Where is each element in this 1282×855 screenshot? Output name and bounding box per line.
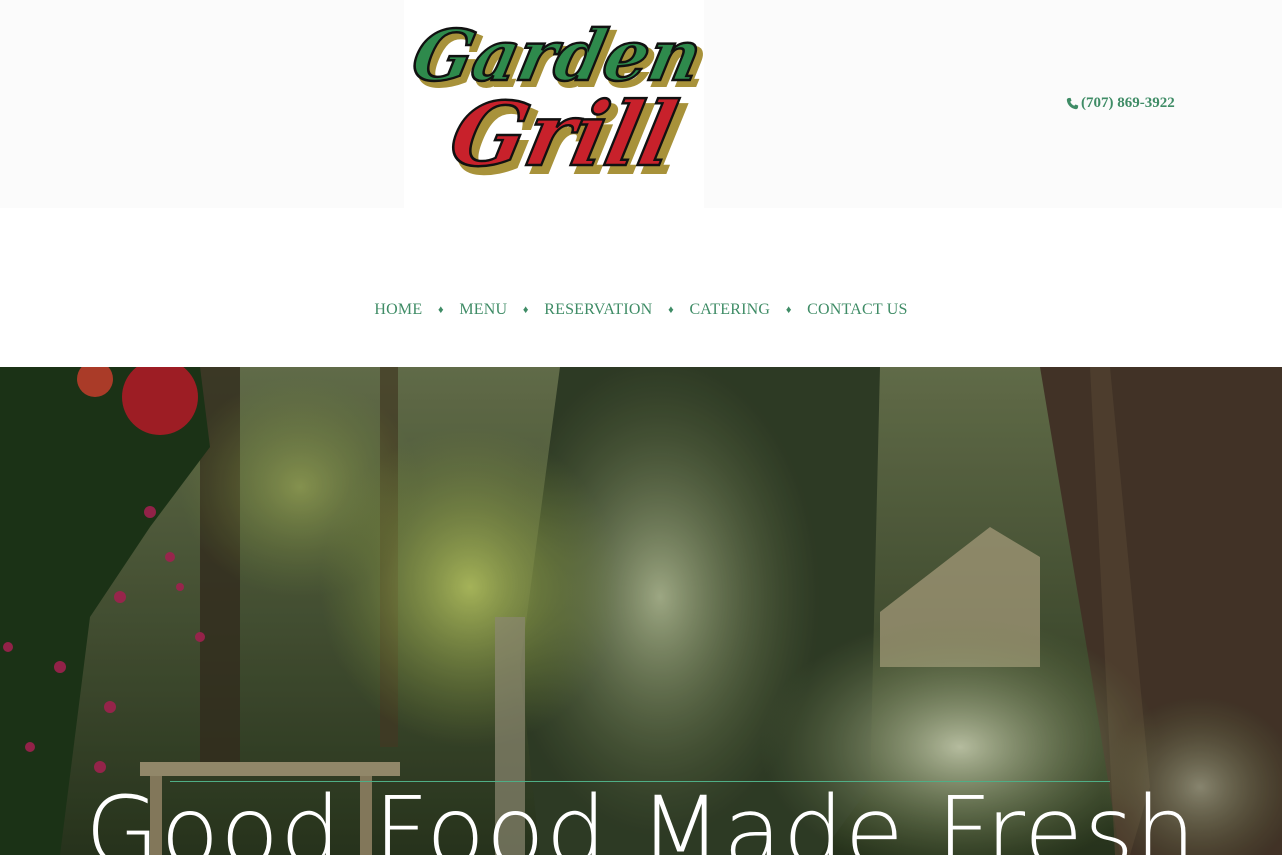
main-nav: HOME ♦ MENU ♦ RESERVATION ♦ CATERING ♦ C… (0, 296, 1282, 324)
phone-icon (1066, 97, 1079, 109)
phone-number: (707) 869-3922 (1081, 94, 1175, 111)
nav-separator-icon: ♦ (785, 304, 792, 316)
nav-menu[interactable]: MENU (459, 296, 507, 324)
nav-catering[interactable]: CATERING (689, 296, 770, 324)
logo-text-grill: Grill (442, 82, 686, 186)
phone-link[interactable]: (707) 869-3922 (1066, 93, 1175, 113)
nav-separator-icon: ♦ (668, 304, 674, 316)
nav-reservation[interactable]: RESERVATION (544, 296, 652, 324)
hero-title: Good Food Made Fresh (85, 776, 1197, 855)
garden-grill-logo: Garden Garden Grill Grill (404, 13, 704, 194)
site-logo[interactable]: Garden Garden Grill Grill (404, 0, 704, 208)
nav-contact-us[interactable]: CONTACT US (807, 296, 907, 324)
nav-separator-icon: ♦ (522, 304, 529, 316)
nav-home[interactable]: HOME (374, 296, 422, 324)
nav-separator-icon: ♦ (438, 304, 444, 316)
hero-section: Good Food Made Fresh (0, 367, 1282, 855)
